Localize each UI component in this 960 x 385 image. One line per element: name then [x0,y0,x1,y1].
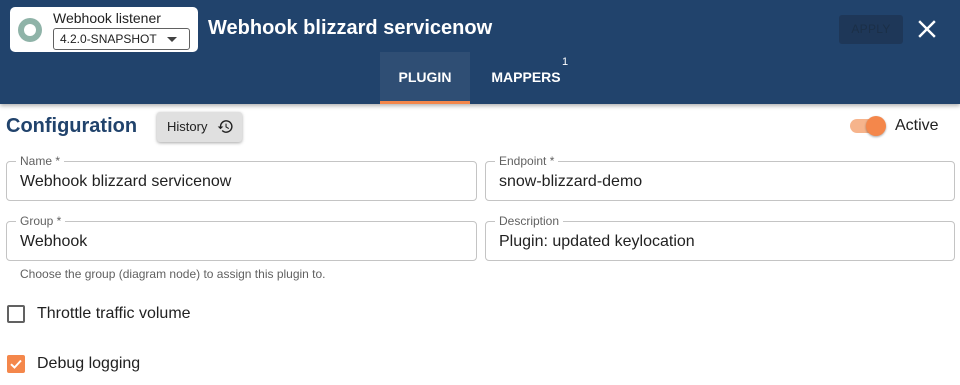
debug-label[interactable]: Debug logging [37,355,140,373]
name-field-value: Webhook blizzard servicenow [20,173,232,190]
group-field[interactable]: Group * Webhook [6,214,477,261]
tab-mappers[interactable]: MAPPERS 1 [481,52,571,104]
section-title: Configuration [6,115,138,137]
group-field-value: Webhook [20,233,88,250]
throttle-label[interactable]: Throttle traffic volume [37,305,191,323]
tab-plugin-label: PLUGIN [398,69,452,85]
toggle-knob [866,116,886,136]
endpoint-field[interactable]: Endpoint * snow-blizzard-demo [485,154,955,201]
endpoint-field-value: snow-blizzard-demo [499,173,643,190]
group-helper-text: Choose the group (diagram node) to assig… [20,267,326,281]
active-label: Active [895,117,939,134]
name-field-label: Name * [16,154,65,168]
history-icon [217,120,233,133]
close-icon[interactable] [916,18,938,40]
version-value: 4.2.0-SNAPSHOT [60,32,157,46]
description-field-label: Description [495,214,564,228]
history-button[interactable]: History [157,112,242,142]
debug-checkbox[interactable] [7,355,25,373]
mappers-count-badge: 1 [562,56,569,68]
group-field-label: Group * [16,214,66,228]
checkmark-icon [10,359,22,369]
apply-button[interactable]: APPLY [839,15,903,44]
history-button-label: History [167,119,208,134]
description-field-value: Plugin: updated keylocation [499,233,695,250]
plugin-name: Webhook listener [53,10,161,26]
description-field[interactable]: Description Plugin: updated keylocation [485,214,955,261]
page-title: Webhook blizzard servicenow [208,17,493,39]
version-select[interactable]: 4.2.0-SNAPSHOT [53,28,190,50]
header-bar: Webhook listener 4.2.0-SNAPSHOT Webhook … [0,0,960,104]
throttle-checkbox[interactable] [7,305,25,323]
name-field[interactable]: Name * Webhook blizzard servicenow [6,154,477,201]
active-toggle[interactable] [848,115,886,137]
tab-mappers-label: MAPPERS [491,69,561,85]
chevron-down-icon [167,37,177,42]
endpoint-field-label: Endpoint * [495,154,559,168]
plugin-selector[interactable]: Webhook listener 4.2.0-SNAPSHOT [10,7,198,52]
tab-plugin[interactable]: PLUGIN [380,52,470,104]
plugin-logo-icon [18,18,42,42]
